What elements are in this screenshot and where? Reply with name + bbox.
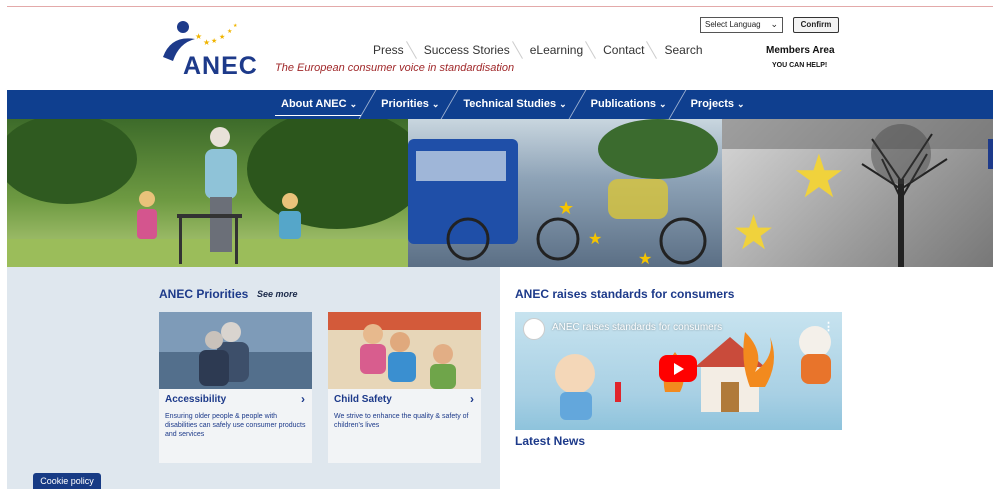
chevron-down-icon: ⌄	[559, 99, 567, 109]
nav-label: Priorities	[381, 98, 429, 110]
video-section-title: ANEC raises standards for consumers	[515, 287, 735, 301]
logo-text: ANEC	[183, 52, 258, 80]
hero-image-family-walk	[7, 119, 408, 267]
priority-card-accessibility[interactable]: Accessibility › Ensuring older people & …	[159, 312, 312, 463]
nav-label: Technical Studies	[463, 98, 557, 110]
channel-logo-icon	[523, 318, 545, 340]
nav-technical-studies[interactable]: Technical Studies ⌄	[451, 90, 578, 119]
nav-about-anec[interactable]: About ANEC ⌄	[269, 90, 369, 119]
svg-text:★: ★	[233, 23, 238, 29]
nav-label: About ANEC	[281, 98, 347, 110]
svg-text:★: ★	[211, 37, 217, 45]
you-can-help-link[interactable]: YOU CAN HELP!	[772, 62, 827, 69]
top-nav: Press Success Stories eLearning Contact …	[363, 41, 713, 59]
anec-logo[interactable]: ★ ★ ★ ★ ★ ★ ANEC	[161, 17, 258, 80]
top-nav-elearning[interactable]: eLearning	[520, 43, 593, 57]
confirm-button[interactable]: Confirm	[793, 17, 839, 33]
nav-projects[interactable]: Projects ⌄	[679, 90, 757, 119]
chevron-right-icon: ›	[470, 392, 474, 406]
card-title: Child Safety	[334, 394, 392, 405]
svg-text:★: ★	[588, 231, 602, 248]
chevron-down-icon: ⌄	[349, 99, 358, 109]
nav-priorities[interactable]: Priorities ⌄	[369, 90, 451, 119]
chevron-down-icon: ⌄	[659, 99, 667, 109]
members-area-link[interactable]: Members Area	[766, 45, 835, 56]
top-nav-press[interactable]: Press	[363, 43, 414, 57]
top-nav-contact[interactable]: Contact	[593, 43, 654, 57]
chevron-down-icon: ⌄	[431, 99, 440, 109]
priorities-title: ANEC Priorities	[159, 287, 249, 301]
header: ★ ★ ★ ★ ★ ★ ANEC The European consumer v…	[7, 7, 993, 89]
nav-label: Publications	[590, 98, 657, 110]
svg-text:★: ★	[195, 32, 202, 41]
accessibility-image	[159, 312, 312, 389]
video-player[interactable]: ANEC raises standards for consumers ⋮	[515, 312, 842, 430]
language-select-value: Select Languag	[705, 20, 761, 29]
nav-publications[interactable]: Publications ⌄	[579, 90, 679, 119]
svg-text:★: ★	[732, 207, 775, 260]
main-nav: About ANEC ⌄ Priorities ⌄ Technical Studie…	[7, 90, 993, 119]
svg-text:★: ★	[219, 33, 225, 41]
top-nav-success-stories[interactable]: Success Stories	[414, 43, 520, 57]
priority-card-child-safety[interactable]: Child Safety › We strive to enhance the …	[328, 312, 481, 463]
card-title: Accessibility	[165, 394, 227, 405]
svg-text:★: ★	[227, 28, 232, 35]
svg-text:★: ★	[558, 198, 574, 218]
see-more-link[interactable]: See more	[257, 289, 298, 299]
card-description: Ensuring older people & people with disa…	[165, 413, 306, 438]
more-vertical-icon[interactable]: ⋮	[823, 320, 834, 333]
latest-news-title: Latest News	[515, 434, 586, 448]
nav-label: Projects	[690, 98, 735, 110]
language-select[interactable]: Select Languag ⌄	[700, 17, 783, 33]
hero-image-tree-stars: ★ ★	[722, 119, 993, 267]
svg-text:★: ★	[203, 38, 210, 47]
content-section: ANEC Priorities See more Accessibility ›…	[7, 267, 993, 489]
play-icon[interactable]	[659, 355, 697, 382]
cookie-policy-button[interactable]: Cookie policy	[33, 473, 101, 489]
svg-text:★: ★	[638, 251, 652, 267]
hero-banner: ★ ★ ★ ★ ★	[7, 119, 993, 267]
page: ★ ★ ★ ★ ★ ★ ANEC The European consumer v…	[7, 6, 993, 489]
hero-image-cyclists: ★ ★ ★	[408, 119, 722, 267]
chevron-down-icon: ⌄	[737, 99, 745, 109]
video-title: ANEC raises standards for consumers	[552, 322, 723, 333]
tagline: The European consumer voice in standardi…	[275, 62, 515, 74]
svg-text:★: ★	[792, 143, 846, 210]
child-safety-image	[328, 312, 481, 389]
top-nav-search[interactable]: Search	[654, 43, 712, 57]
chevron-down-icon: ⌄	[770, 19, 778, 29]
carousel-side-tab[interactable]	[988, 139, 993, 169]
chevron-right-icon: ›	[301, 392, 305, 406]
card-description: We strive to enhance the quality & safet…	[334, 413, 469, 429]
